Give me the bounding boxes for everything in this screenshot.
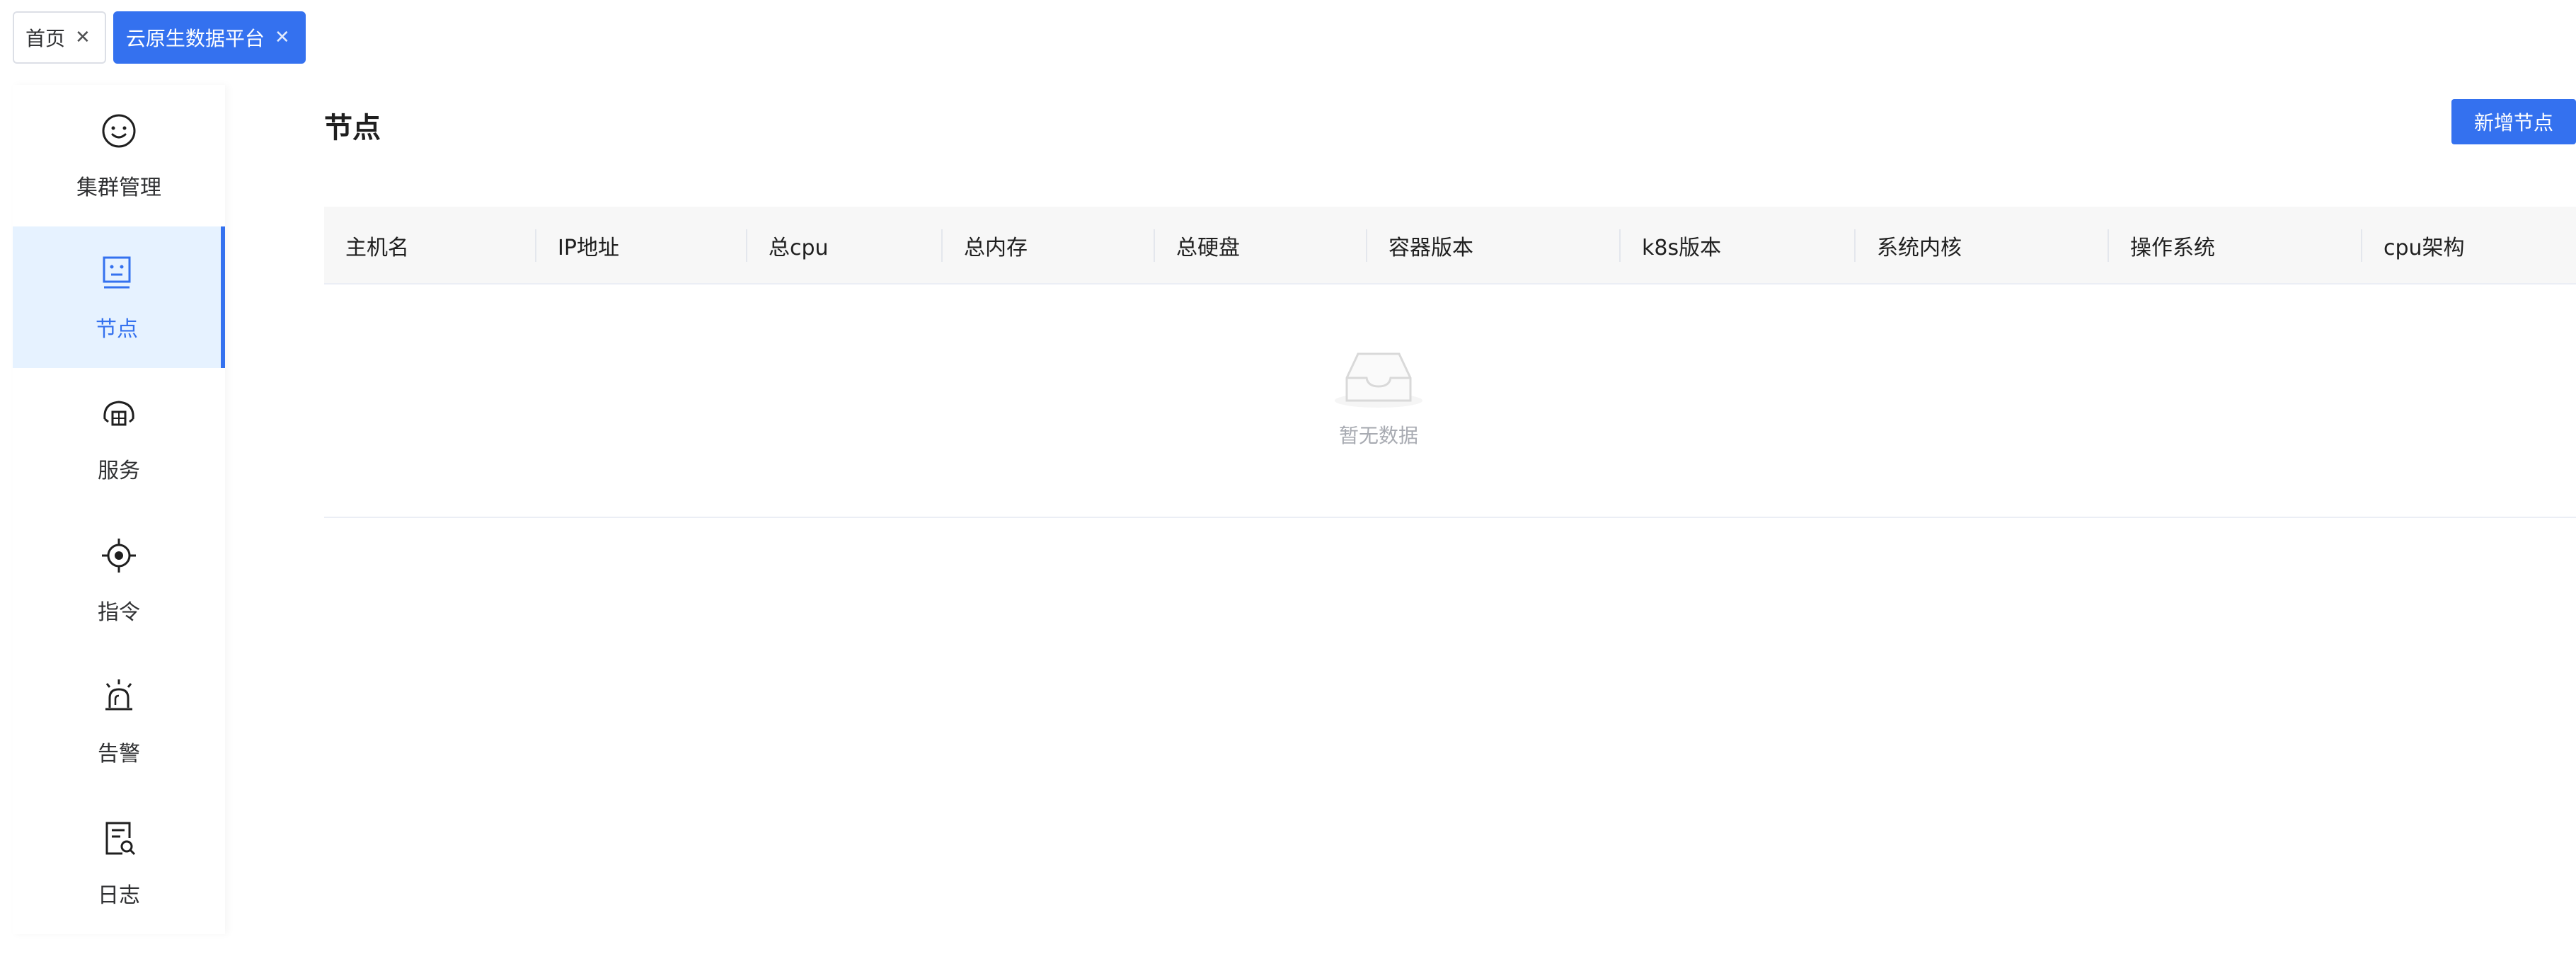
sidebar-item-logs[interactable]: 日志 <box>13 793 225 934</box>
sidebar-item-nodes[interactable]: 节点 <box>13 226 225 368</box>
column-header-container-version: 容器版本 <box>1388 236 1473 260</box>
table-body: 暂无数据 <box>324 285 2576 518</box>
sidebar-item-label: 节点 <box>96 317 138 342</box>
sidebar-item-label: 日志 <box>98 883 140 908</box>
column-header-kernel: 系统内核 <box>1877 236 1962 260</box>
close-icon[interactable]: ✕ <box>75 28 91 47</box>
column-header-hostname: 主机名 <box>345 236 409 260</box>
column-header-total-disk: 总硬盘 <box>1176 236 1240 260</box>
sidebar-item-label: 告警 <box>98 742 140 766</box>
log-search-icon <box>105 822 136 856</box>
target-icon <box>102 539 136 573</box>
page-title: 节点 <box>324 112 381 144</box>
empty-state: 暂无数据 <box>1315 350 1442 449</box>
column-header-cpu-arch: cpu架构 <box>2384 236 2465 260</box>
add-node-button[interactable]: 新增节点 <box>2451 99 2576 144</box>
sidebar-item-commands[interactable]: 指令 <box>13 510 225 651</box>
column-header-total-memory: 总内存 <box>964 236 1028 260</box>
close-icon[interactable]: ✕ <box>275 28 290 47</box>
node-icon <box>103 256 131 289</box>
smile-icon <box>102 114 136 148</box>
tab-home[interactable]: 首页 ✕ <box>13 11 106 64</box>
column-header-k8s-version: k8s版本 <box>1642 236 1722 260</box>
tab-strip: 首页 ✕ 云原生数据平台 ✕ <box>13 11 306 64</box>
sidebar-item-alerts[interactable]: 告警 <box>13 651 225 793</box>
column-header-os: 操作系统 <box>2130 236 2215 260</box>
empty-text: 暂无数据 <box>1338 424 1418 447</box>
service-icon <box>103 401 134 426</box>
sidebar-item-services[interactable]: 服务 <box>13 368 225 510</box>
tab-cloud-native-platform[interactable]: 云原生数据平台 ✕ <box>113 11 306 64</box>
alarm-icon <box>105 679 132 711</box>
column-header-total-cpu: 总cpu <box>769 236 829 260</box>
table-header: 主机名 IP地址 总cpu 总内存 总硬盘 容器版本 k8s版本 系统内核 操作… <box>324 207 2576 285</box>
sidebar-item-label: 集群管理 <box>76 176 161 200</box>
sidebar-item-label: 服务 <box>98 459 140 483</box>
sidebar-item-cluster-management[interactable]: 集群管理 <box>13 85 225 226</box>
tab-cloud-native-platform-label: 云原生数据平台 <box>125 27 265 50</box>
empty-inbox-icon <box>1335 352 1422 408</box>
column-header-ip: IP地址 <box>558 236 619 260</box>
nodes-table: 主机名 IP地址 总cpu 总内存 总硬盘 容器版本 k8s版本 系统内核 操作… <box>324 207 2576 518</box>
sidebar: 集群管理 节点 服务 指令 告警 日志 <box>13 85 225 934</box>
sidebar-item-label: 指令 <box>98 600 140 625</box>
tab-home-label: 首页 <box>25 27 66 50</box>
